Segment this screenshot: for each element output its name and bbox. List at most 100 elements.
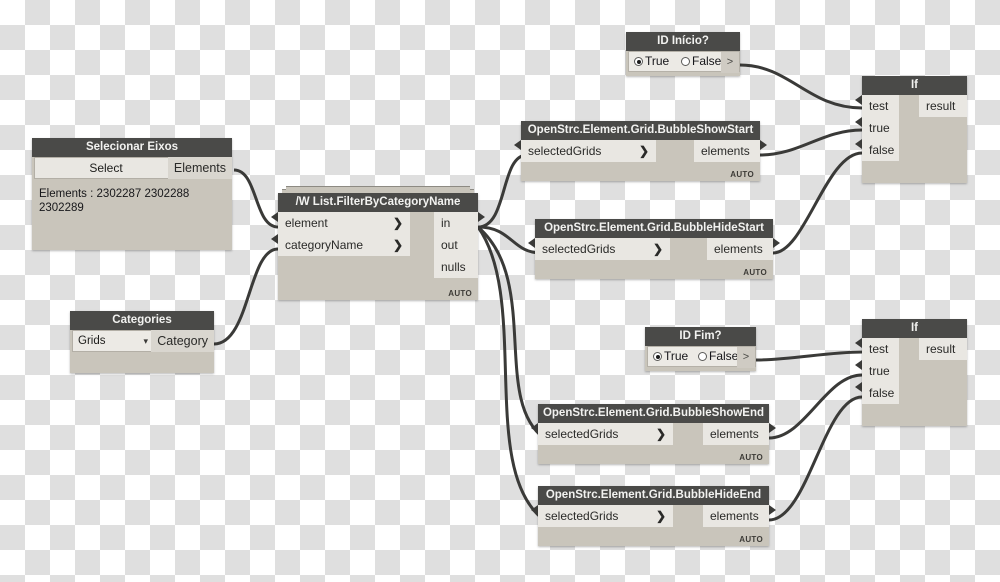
input-port-selectedgrids-label: selectedGrids: [542, 242, 616, 256]
boolean-options-row[interactable]: True False >: [628, 51, 740, 73]
output-port-elements[interactable]: elements: [694, 140, 767, 162]
output-port-in[interactable]: in: [434, 212, 485, 234]
node-list-filterbycategoryname[interactable]: /W List.FilterByCategoryName element ❯ i…: [271, 186, 485, 300]
chevron-right-icon[interactable]: ❯: [393, 212, 403, 234]
chevron-right-icon[interactable]: ❯: [653, 238, 663, 260]
input-port-true[interactable]: true: [855, 360, 899, 382]
input-port-false[interactable]: false: [855, 139, 899, 161]
input-port-true-label: true: [869, 364, 890, 378]
node-if-bottom[interactable]: If test result true false: [855, 319, 967, 426]
radio-true[interactable]: True: [634, 52, 669, 71]
node-id-inicio[interactable]: ID Início? True False >: [626, 32, 740, 76]
chevron-right-icon[interactable]: ❯: [656, 505, 666, 527]
output-port-elements[interactable]: elements: [703, 423, 776, 445]
element-value-text: Elements : 2302287 2302288 2302289: [39, 188, 190, 214]
output-port-result[interactable]: result: [919, 338, 967, 360]
output-port-nulls[interactable]: nulls: [434, 256, 478, 278]
node-selecionar-eixos[interactable]: Selecionar Eixos Select Elements Element…: [32, 138, 232, 250]
output-port-elements[interactable]: Elements: [167, 157, 232, 179]
radio-true-label: True: [664, 349, 689, 363]
output-port-result-label: result: [926, 342, 956, 356]
node-title: If: [862, 319, 967, 338]
output-connector-nub: [478, 212, 485, 222]
chevron-right-icon[interactable]: ❯: [656, 423, 666, 445]
input-connector-nub: [514, 140, 521, 150]
output-port-result-label: result: [926, 99, 956, 113]
output-port-in-label: in: [441, 216, 451, 230]
output-port-elements-label: elements: [714, 242, 763, 256]
input-connector-nub: [855, 139, 862, 149]
output-port-elements-label: elements: [701, 144, 750, 158]
input-connector-nub: [531, 505, 538, 515]
exec-mode-label[interactable]: AUTO: [739, 535, 763, 544]
input-port-selectedgrids-label: selectedGrids: [545, 427, 619, 441]
input-connector-nub: [271, 212, 278, 222]
category-dropdown-value: Grids: [78, 335, 106, 347]
input-connector-nub: [531, 423, 538, 433]
node-bubbleshowstart[interactable]: OpenStrc.Element.Grid.BubbleShowStart se…: [514, 121, 767, 181]
exec-mode-label[interactable]: AUTO: [739, 453, 763, 462]
node-bubblehideend[interactable]: OpenStrc.Element.Grid.BubbleHideEnd sele…: [531, 486, 776, 546]
node-if-top[interactable]: If test result true false: [855, 76, 967, 183]
dynamo-graph-canvas[interactable]: Selecionar Eixos Select Elements Element…: [0, 0, 1000, 582]
input-port-true[interactable]: true: [855, 117, 899, 139]
input-connector-nub: [855, 382, 862, 392]
output-port-out-label: out: [441, 238, 458, 252]
input-port-selectedgrids-label: selectedGrids: [528, 144, 602, 158]
boolean-options-row[interactable]: True False >: [647, 346, 756, 368]
wire-layer: [213, 63, 863, 522]
input-port-element-label: element: [285, 216, 328, 230]
exec-mode-label[interactable]: AUTO: [730, 170, 754, 179]
input-port-selectedgrids[interactable]: selectedGrids ❯: [514, 140, 656, 162]
radio-dot-icon: [681, 57, 690, 66]
input-port-selectedgrids[interactable]: selectedGrids ❯: [531, 423, 673, 445]
output-port-result[interactable]: result: [919, 95, 967, 117]
output-port-nulls-label: nulls: [441, 260, 466, 274]
output-port-category[interactable]: Category: [151, 330, 214, 352]
node-title: OpenStrc.Element.Grid.BubbleHideEnd: [538, 486, 769, 505]
output-port-out[interactable]: out: [434, 234, 478, 256]
radio-false[interactable]: False: [698, 347, 738, 366]
exec-mode-label[interactable]: AUTO: [743, 268, 767, 277]
wire-idinicio-to-iftest: [739, 63, 863, 110]
output-port-elements-label: elements: [710, 509, 759, 523]
input-port-false[interactable]: false: [855, 382, 899, 404]
output-port-elements[interactable]: elements: [703, 505, 776, 527]
select-button[interactable]: Select: [34, 157, 178, 179]
output-port-bool[interactable]: >: [737, 347, 755, 368]
node-title: Selecionar Eixos: [32, 138, 232, 157]
input-port-test-label: test: [869, 99, 889, 113]
output-connector-nub: [773, 238, 780, 248]
node-bubblehidestart[interactable]: OpenStrc.Element.Grid.BubbleHideStart se…: [528, 219, 780, 279]
node-title: OpenStrc.Element.Grid.BubbleHideStart: [535, 219, 773, 238]
chevron-right-icon[interactable]: ❯: [639, 140, 649, 162]
wire-showend-to-iftrue: [768, 373, 863, 440]
input-port-categoryname[interactable]: categoryName ❯: [271, 234, 410, 256]
input-port-selectedgrids[interactable]: selectedGrids ❯: [531, 505, 673, 527]
input-connector-nub: [855, 117, 862, 127]
input-port-test[interactable]: test: [855, 95, 899, 117]
node-title: OpenStrc.Element.Grid.BubbleShowStart: [521, 121, 760, 140]
input-port-selectedgrids[interactable]: selectedGrids ❯: [528, 238, 670, 260]
chevron-down-icon: ▾: [143, 336, 148, 346]
node-bubbleshowend[interactable]: OpenStrc.Element.Grid.BubbleShowEnd sele…: [531, 404, 776, 464]
radio-false[interactable]: False: [681, 52, 721, 71]
output-port-elements[interactable]: elements: [707, 238, 780, 260]
node-id-fim[interactable]: ID Fim? True False >: [645, 327, 756, 371]
wire-hideend-to-iffalse: [768, 395, 863, 522]
radio-true[interactable]: True: [653, 347, 688, 366]
wire-hidestart-to-iffalse: [772, 151, 863, 255]
exec-mode-label[interactable]: AUTO: [448, 289, 472, 298]
wire-filter-to-showstart: [477, 153, 528, 229]
node-categories[interactable]: Categories Grids ▾ Category: [70, 311, 214, 373]
input-port-categoryname-label: categoryName: [285, 238, 364, 252]
node-title: /W List.FilterByCategoryName: [278, 193, 478, 212]
node-title: ID Início?: [626, 32, 740, 51]
output-connector-nub: [760, 140, 767, 150]
category-dropdown[interactable]: Grids ▾: [72, 330, 154, 352]
node-title: ID Fim?: [645, 327, 756, 346]
input-port-element[interactable]: element ❯: [271, 212, 410, 234]
chevron-right-icon[interactable]: ❯: [393, 234, 403, 256]
output-port-bool[interactable]: >: [721, 52, 739, 73]
input-port-test[interactable]: test: [855, 338, 899, 360]
